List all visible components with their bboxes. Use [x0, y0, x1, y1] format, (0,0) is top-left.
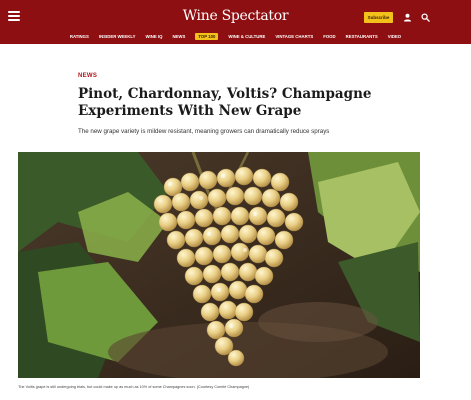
photo-caption: The Voltis grape is still undergoing tri… — [18, 385, 250, 389]
subscribe-button[interactable]: Subscribe — [364, 12, 393, 23]
nav-item-top-100[interactable]: TOP 100 — [195, 32, 219, 40]
nav-item-news[interactable]: NEWS — [172, 33, 185, 40]
article-dek: The new grape variety is mildew resistan… — [78, 128, 330, 135]
main-nav: RATINGS INSIDER WEEKLY WINE IQ NEWS TOP … — [0, 32, 471, 40]
nav-item-restaurants[interactable]: RESTAURANTS — [346, 33, 378, 40]
site-header: Wine Spectator Subscribe RATINGS INSIDER… — [0, 0, 471, 44]
nav-item-video[interactable]: VIDEO — [388, 33, 401, 40]
search-icon[interactable] — [421, 13, 430, 22]
site-logo[interactable]: Wine Spectator — [0, 8, 471, 24]
nav-item-wine-iq[interactable]: WINE IQ — [145, 33, 162, 40]
nav-item-insider-weekly[interactable]: INSIDER WEEKLY — [99, 33, 136, 40]
article-headline: Pinot, Chardonnay, Voltis? Champagne Exp… — [78, 86, 372, 119]
section-label[interactable]: NEWS — [78, 73, 97, 79]
user-icon[interactable] — [403, 13, 412, 22]
nav-item-vintage-charts[interactable]: VINTAGE CHARTS — [275, 33, 313, 40]
nav-item-food[interactable]: FOOD — [323, 33, 335, 40]
nav-item-ratings[interactable]: RATINGS — [70, 33, 89, 40]
nav-item-wine-culture[interactable]: WINE & CULTURE — [228, 33, 265, 40]
article-photo — [18, 152, 420, 378]
